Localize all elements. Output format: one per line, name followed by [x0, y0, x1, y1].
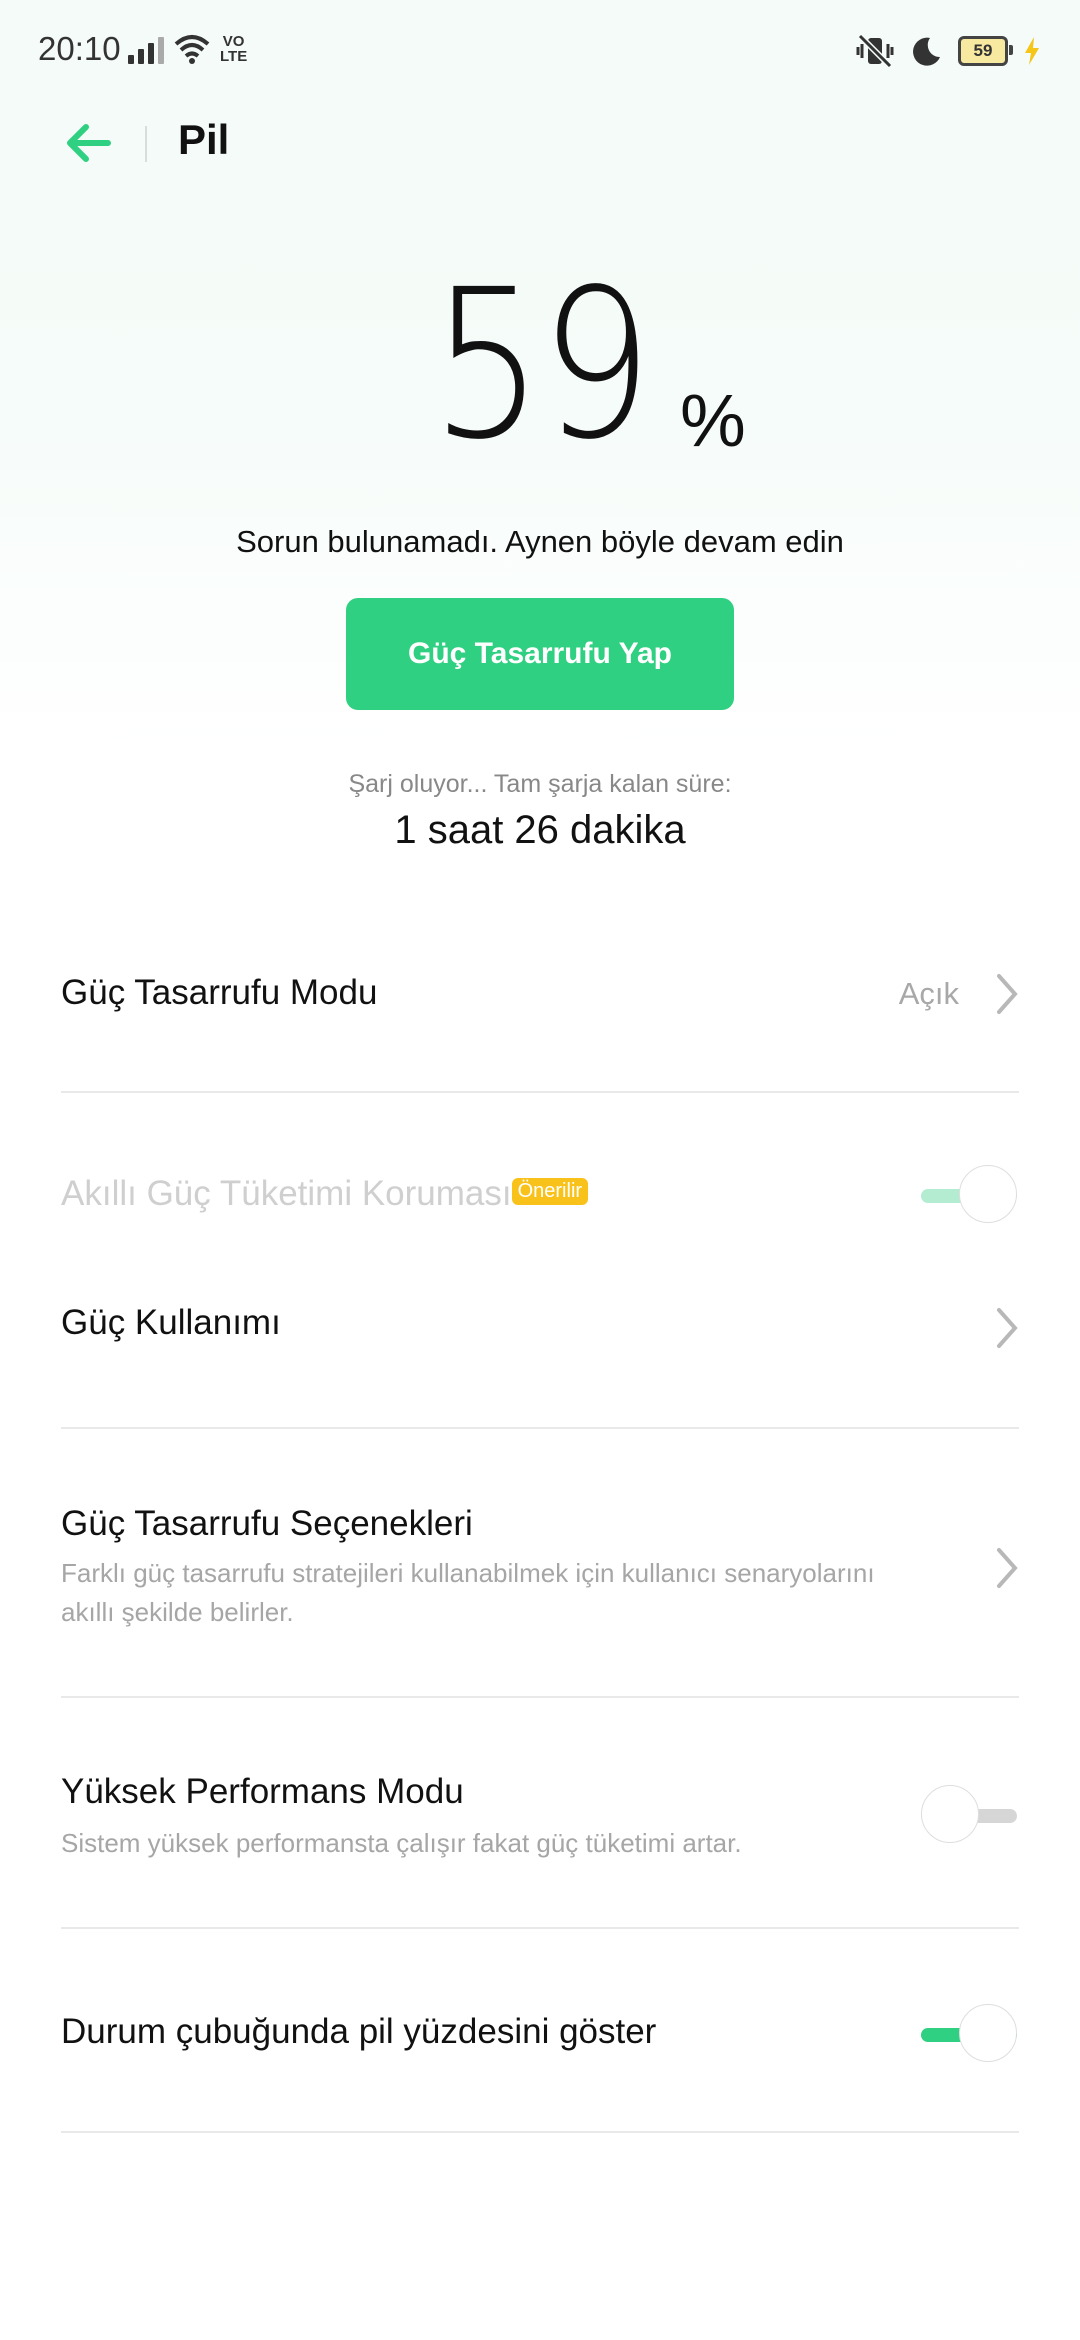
wifi-icon: [174, 35, 210, 64]
chevron-right-icon: [997, 1308, 1018, 1348]
power-usage-label: Güç Kullanımı: [61, 1303, 281, 1342]
charging-icon: [1025, 37, 1039, 65]
chevron-right-icon: [997, 1548, 1018, 1588]
toggle-knob: [921, 1785, 979, 1843]
divider: [61, 2131, 1019, 2133]
chevron-right-icon: [997, 974, 1018, 1014]
recommended-badge: Önerilir: [511, 1178, 589, 1206]
status-left-icons: VO LTE: [128, 34, 247, 64]
show-battery-percentage-row[interactable]: Durum çubuğunda pil yüzdesini göster: [61, 1996, 1019, 2072]
power-saving-options-desc-1: Farklı güç tasarrufu stratejileri kullan…: [61, 1558, 875, 1588]
power-saving-options-row[interactable]: Güç Tasarrufu Seçenekleri Farklı güç tas…: [61, 1490, 1019, 1640]
battery-percent-sign: %: [680, 379, 746, 462]
charging-label: Şarj oluyor... Tam şarja kalan süre:: [348, 770, 732, 798]
smart-protection-label: Akıllı Güç Tüketimi Koruması Önerilir: [61, 1174, 589, 1214]
show-battery-percentage-toggle[interactable]: [919, 2002, 1019, 2066]
toggle-knob: [959, 1165, 1017, 1223]
high-performance-row[interactable]: Yüksek Performans Modu Sistem yüksek per…: [61, 1762, 1019, 1872]
status-bar: 20:10 VO LTE 59: [0, 0, 1080, 104]
power-saving-options-label: Güç Tasarrufu Seçenekleri: [61, 1504, 473, 1543]
back-arrow-icon[interactable]: [60, 118, 120, 168]
status-time: 20:10: [38, 30, 121, 67]
high-performance-desc: Sistem yüksek performansta çalışır fakat…: [61, 1828, 742, 1858]
toggle-knob: [959, 2004, 1017, 2062]
header-divider: [145, 126, 147, 162]
power-saving-mode-value: Açık: [898, 976, 959, 1011]
divider: [61, 1696, 1019, 1698]
battery-percent-value: 59: [430, 245, 653, 485]
divider: [61, 1427, 1019, 1429]
power-save-button[interactable]: Güç Tasarrufu Yap: [346, 598, 734, 710]
signal-icon: [128, 34, 164, 64]
moon-icon: [913, 37, 940, 66]
battery-level: 59: [973, 41, 993, 60]
smart-protection-toggle[interactable]: [919, 1163, 1019, 1227]
power-saving-mode-row[interactable]: Güç Tasarrufu Modu Açık: [61, 940, 1019, 1050]
mute-vibrate-icon: [856, 34, 894, 68]
high-performance-label: Yüksek Performans Modu: [61, 1772, 464, 1811]
power-saving-mode-label: Güç Tasarrufu Modu: [61, 973, 378, 1012]
app-header: Pil: [0, 104, 1080, 184]
divider: [61, 1927, 1019, 1929]
smart-protection-row[interactable]: Akıllı Güç Tüketimi Koruması Önerilir: [61, 1160, 1019, 1230]
page-title: Pil: [178, 116, 230, 163]
volte-icon: VO LTE: [220, 33, 248, 65]
charging-time: 1 saat 26 dakika: [394, 808, 686, 852]
battery-status-message: Sorun bulunamadı. Aynen böyle devam edin: [236, 524, 844, 559]
smart-protection-label-text: Akıllı Güç Tüketimi Koruması: [61, 1174, 512, 1213]
power-usage-row[interactable]: Güç Kullanımı: [61, 1270, 1019, 1380]
show-battery-percentage-label: Durum çubuğunda pil yüzdesini göster: [61, 2012, 657, 2051]
status-right-icons: 59: [856, 34, 1040, 68]
divider: [61, 1091, 1019, 1093]
power-saving-options-desc-2: akıllı şekilde belirler.: [61, 1597, 294, 1627]
battery-icon: 59: [958, 36, 1013, 66]
high-performance-toggle[interactable]: [919, 1783, 1019, 1847]
battery-percent-display: 59 %: [0, 262, 1080, 468]
